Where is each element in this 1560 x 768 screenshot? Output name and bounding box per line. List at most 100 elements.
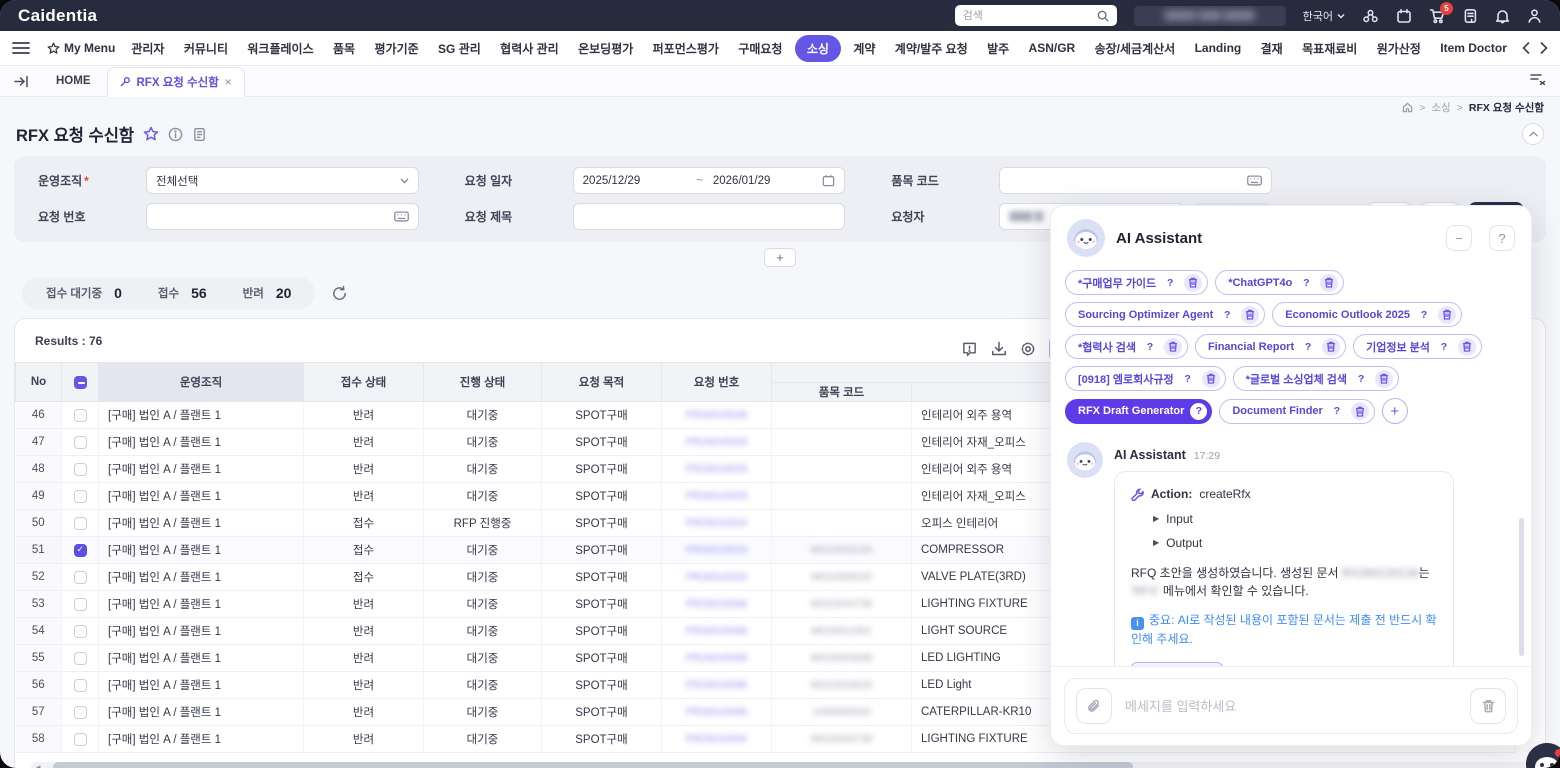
chip-help-icon[interactable]: ?	[1142, 339, 1158, 355]
request-no-link[interactable]: PR26010008	[686, 679, 747, 691]
request-no-link[interactable]: PR26010023	[686, 571, 747, 583]
row-checkbox[interactable]	[74, 679, 87, 692]
menu-item[interactable]: 원가산정	[1370, 35, 1428, 62]
request-no-link[interactable]: PR26010008	[686, 598, 747, 610]
row-checkbox[interactable]	[74, 463, 87, 476]
org-select[interactable]: 전체선택	[146, 167, 419, 194]
ai-tool-chip[interactable]: RFX Draft Generator ?	[1065, 399, 1212, 424]
close-all-tabs-icon[interactable]	[1530, 72, 1546, 90]
chip-delete-icon[interactable]	[1438, 306, 1456, 324]
chip-delete-icon[interactable]	[1375, 370, 1393, 388]
menu-item[interactable]: ASN/GR	[1022, 36, 1083, 60]
request-no-link[interactable]: PR26010028	[686, 436, 747, 448]
settings-icon[interactable]	[1020, 341, 1036, 357]
item-code-input[interactable]	[1009, 175, 1241, 187]
chip-help-icon[interactable]: ?	[1180, 371, 1196, 387]
chip-help-icon[interactable]: ?	[1353, 371, 1369, 387]
download-icon[interactable]	[991, 341, 1007, 357]
menu-item[interactable]: 계약/발주 요청	[888, 35, 975, 62]
favorite-star-icon[interactable]	[143, 126, 159, 142]
menu-item[interactable]: 품목	[326, 35, 362, 62]
req-no-input-wrap[interactable]	[146, 203, 419, 230]
menu-item[interactable]: 워크플레이스	[240, 35, 320, 62]
chip-help-icon[interactable]: ?	[1298, 275, 1314, 291]
menu-item-my-menu[interactable]: My Menu	[40, 36, 122, 60]
filter-expand-button[interactable]: +	[764, 248, 796, 267]
info-icon[interactable]	[168, 127, 183, 142]
ai-message-input[interactable]	[1125, 699, 1457, 714]
org-network-icon[interactable]	[1362, 8, 1379, 24]
hamburger-icon[interactable]	[12, 41, 30, 55]
menu-scroll-right-icon[interactable]	[1540, 42, 1548, 54]
clear-chat-button[interactable]	[1470, 688, 1506, 724]
status-summary-item[interactable]: 반려 20	[243, 285, 292, 301]
ai-tool-chip[interactable]: *글로벌 소싱업체 검색 ?	[1233, 366, 1399, 391]
ai-tool-chip[interactable]: [0918] 엠로회사규정 ?	[1065, 366, 1226, 391]
scroll-left-arrow[interactable]: ◂	[36, 762, 41, 768]
breadcrumb-section[interactable]: 소싱	[1431, 100, 1450, 115]
row-checkbox[interactable]	[74, 544, 87, 557]
menu-item[interactable]: 발주	[980, 35, 1016, 62]
ai-tool-chip[interactable]: Economic Outlook 2025 ?	[1272, 302, 1462, 327]
row-checkbox[interactable]	[74, 625, 87, 638]
row-checkbox[interactable]	[74, 490, 87, 503]
status-summary-item[interactable]: 접수 대기중 0	[46, 285, 122, 301]
input-toggle[interactable]: ▶Input	[1153, 510, 1437, 529]
chip-delete-icon[interactable]	[1202, 370, 1220, 388]
print-icon[interactable]	[192, 127, 207, 142]
ai-help-button[interactable]: ?	[1489, 225, 1515, 251]
menu-item[interactable]: Landing	[1188, 36, 1249, 60]
col-org[interactable]: 운영조직	[99, 363, 304, 402]
ai-tool-chip[interactable]: *구매업무 가이드 ?	[1065, 270, 1208, 295]
menu-scroll-left-icon[interactable]	[1522, 42, 1530, 54]
tab-rfx-inbox[interactable]: RFX 요청 수신함 ×	[107, 67, 245, 97]
output-toggle[interactable]: ▶Output	[1153, 534, 1437, 553]
menu-item[interactable]: 협력사 관리	[493, 35, 566, 62]
request-no-link[interactable]: PR26010023	[686, 544, 747, 556]
request-no-link[interactable]: PR26010008	[686, 625, 747, 637]
search-icon[interactable]	[1097, 10, 1109, 22]
row-checkbox[interactable]	[74, 517, 87, 530]
row-checkbox[interactable]	[74, 652, 87, 665]
menu-item[interactable]: 구매요청	[731, 35, 789, 62]
col-progress-status[interactable]: 진행 상태	[424, 363, 542, 402]
item-code-input-wrap[interactable]	[999, 167, 1272, 194]
chip-delete-icon[interactable]	[1164, 338, 1182, 356]
add-chip-button[interactable]: +	[1382, 398, 1408, 424]
menu-item[interactable]: 관리자	[124, 35, 171, 62]
row-checkbox[interactable]	[74, 706, 87, 719]
col-item-code[interactable]: 품목 코드	[772, 383, 912, 402]
req-title-input-wrap[interactable]	[573, 203, 846, 230]
cart-icon[interactable]: 5	[1429, 8, 1446, 24]
user-icon[interactable]	[1527, 8, 1542, 24]
request-no-link[interactable]: PR26010029	[686, 463, 747, 475]
keyboard-icon[interactable]	[394, 211, 409, 222]
chip-delete-icon[interactable]	[1351, 402, 1369, 420]
menu-item[interactable]: 목표재료비	[1295, 35, 1364, 62]
ai-tool-chip[interactable]: Sourcing Optimizer Agent ?	[1065, 302, 1265, 327]
col-select-all[interactable]	[62, 363, 99, 402]
tab-home[interactable]: HOME	[40, 75, 107, 87]
menu-item[interactable]: 퍼포먼스평가	[646, 35, 726, 62]
menu-item[interactable]: Item Doctor	[1433, 36, 1514, 60]
horizontal-scrollbar[interactable]: ◂	[31, 762, 1529, 768]
tab-close-icon[interactable]: ×	[225, 75, 232, 89]
ai-tool-chip[interactable]: *ChatGPT4o ?	[1215, 270, 1344, 295]
menu-item[interactable]: SG 관리	[431, 35, 488, 62]
calendar-icon[interactable]	[822, 174, 835, 187]
row-checkbox[interactable]	[74, 733, 87, 746]
chip-help-icon[interactable]: ?	[1190, 403, 1207, 420]
req-no-input[interactable]	[156, 211, 388, 223]
request-no-link[interactable]: PR26010028	[686, 409, 747, 421]
sidebar-expand-icon[interactable]	[14, 75, 30, 88]
row-checkbox[interactable]	[74, 598, 87, 611]
date-range-input[interactable]: 2025/12/29 ~ 2026/01/29	[573, 167, 846, 194]
chip-delete-icon[interactable]	[1322, 338, 1340, 356]
req-title-input[interactable]	[583, 211, 836, 223]
global-search-input[interactable]	[963, 10, 1091, 22]
col-request-purpose[interactable]: 요청 목적	[542, 363, 662, 402]
request-no-link[interactable]: PR26010029	[686, 490, 747, 502]
feedback-icon[interactable]	[961, 341, 978, 358]
chip-delete-icon[interactable]	[1320, 274, 1338, 292]
document-icon[interactable]	[1463, 8, 1478, 24]
